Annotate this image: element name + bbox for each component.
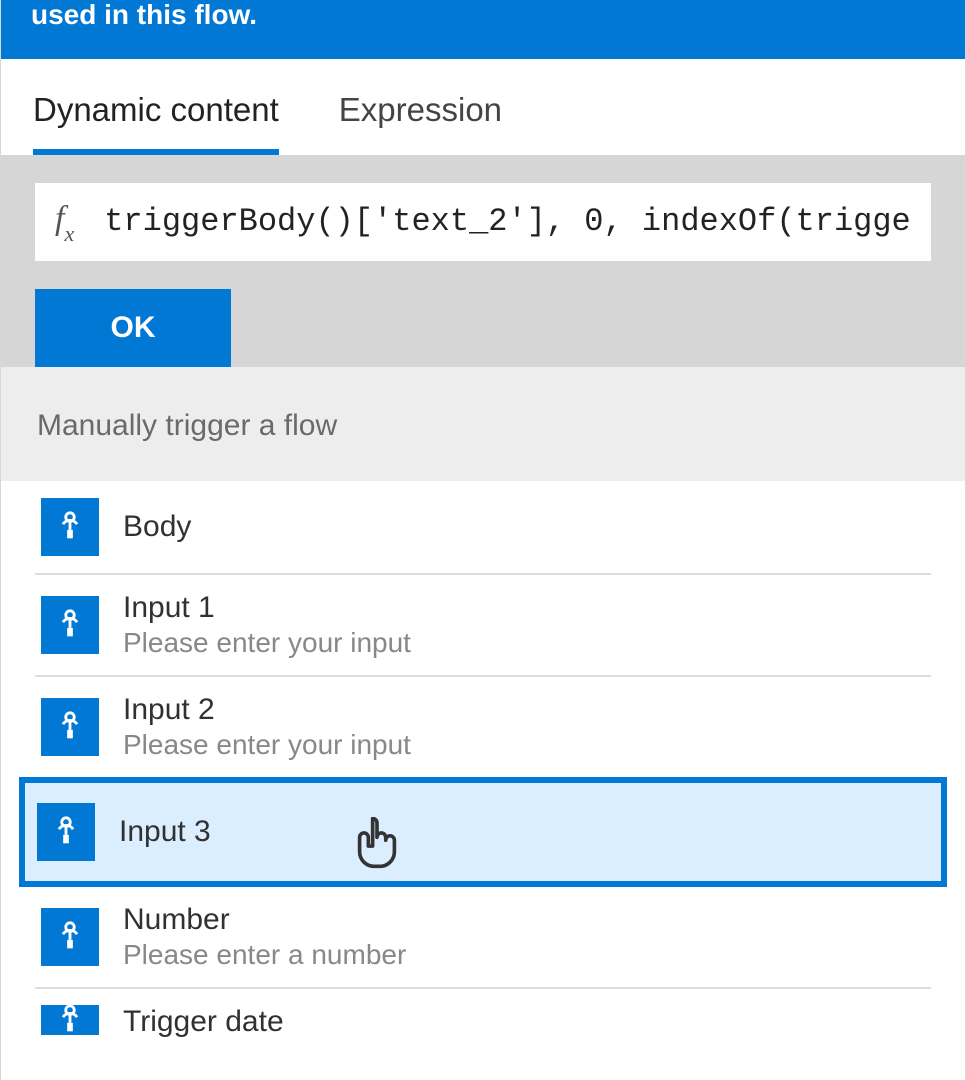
dynamic-content-list-cont: Number Please enter a number Trigger dat… xyxy=(1,887,965,1039)
ok-button[interactable]: OK xyxy=(35,289,231,367)
touch-icon xyxy=(41,908,99,966)
section-header: Manually trigger a flow xyxy=(1,367,965,481)
touch-icon xyxy=(41,596,99,654)
tab-dynamic-content[interactable]: Dynamic content xyxy=(33,91,279,155)
touch-icon xyxy=(37,803,95,861)
pointer-cursor-icon xyxy=(353,817,401,880)
item-title: Input 2 xyxy=(123,693,411,727)
list-item-input-1[interactable]: Input 1 Please enter your input xyxy=(35,575,931,677)
list-item-trigger-date[interactable]: Trigger date xyxy=(35,989,931,1039)
list-item-input-2[interactable]: Input 2 Please enter your input xyxy=(35,677,931,777)
list-item-input-3[interactable]: Input 3 xyxy=(19,777,947,887)
section-title: Manually trigger a flow xyxy=(37,409,337,442)
dynamic-content-panel: used in this flow. Dynamic content Expre… xyxy=(0,0,966,1080)
list-item-body[interactable]: Body xyxy=(35,481,931,575)
item-title: Input 1 xyxy=(123,591,411,625)
expression-input[interactable]: fx triggerBody()['text_2'], 0, indexOf(t… xyxy=(35,183,931,261)
expression-area: fx triggerBody()['text_2'], 0, indexOf(t… xyxy=(1,155,965,481)
banner-text: used in this flow. xyxy=(31,0,257,30)
touch-icon xyxy=(41,698,99,756)
item-title: Input 3 xyxy=(119,815,211,849)
item-description: Please enter your input xyxy=(123,729,411,761)
tab-expression[interactable]: Expression xyxy=(339,91,502,155)
touch-icon xyxy=(41,498,99,556)
item-title: Body xyxy=(123,510,191,544)
expression-text: triggerBody()['text_2'], 0, indexOf(trig… xyxy=(104,203,911,240)
touch-icon xyxy=(41,1005,99,1035)
list-item-number[interactable]: Number Please enter a number xyxy=(35,887,931,989)
banner: used in this flow. xyxy=(1,0,965,59)
fx-icon: fx xyxy=(55,200,74,243)
item-description: Please enter a number xyxy=(123,939,406,971)
item-title: Number xyxy=(123,903,406,937)
item-description: Please enter your input xyxy=(123,627,411,659)
item-title: Trigger date xyxy=(123,1005,284,1039)
dynamic-content-list: Body Input 1 Please enter your input xyxy=(1,481,965,777)
tab-bar: Dynamic content Expression xyxy=(1,59,965,155)
